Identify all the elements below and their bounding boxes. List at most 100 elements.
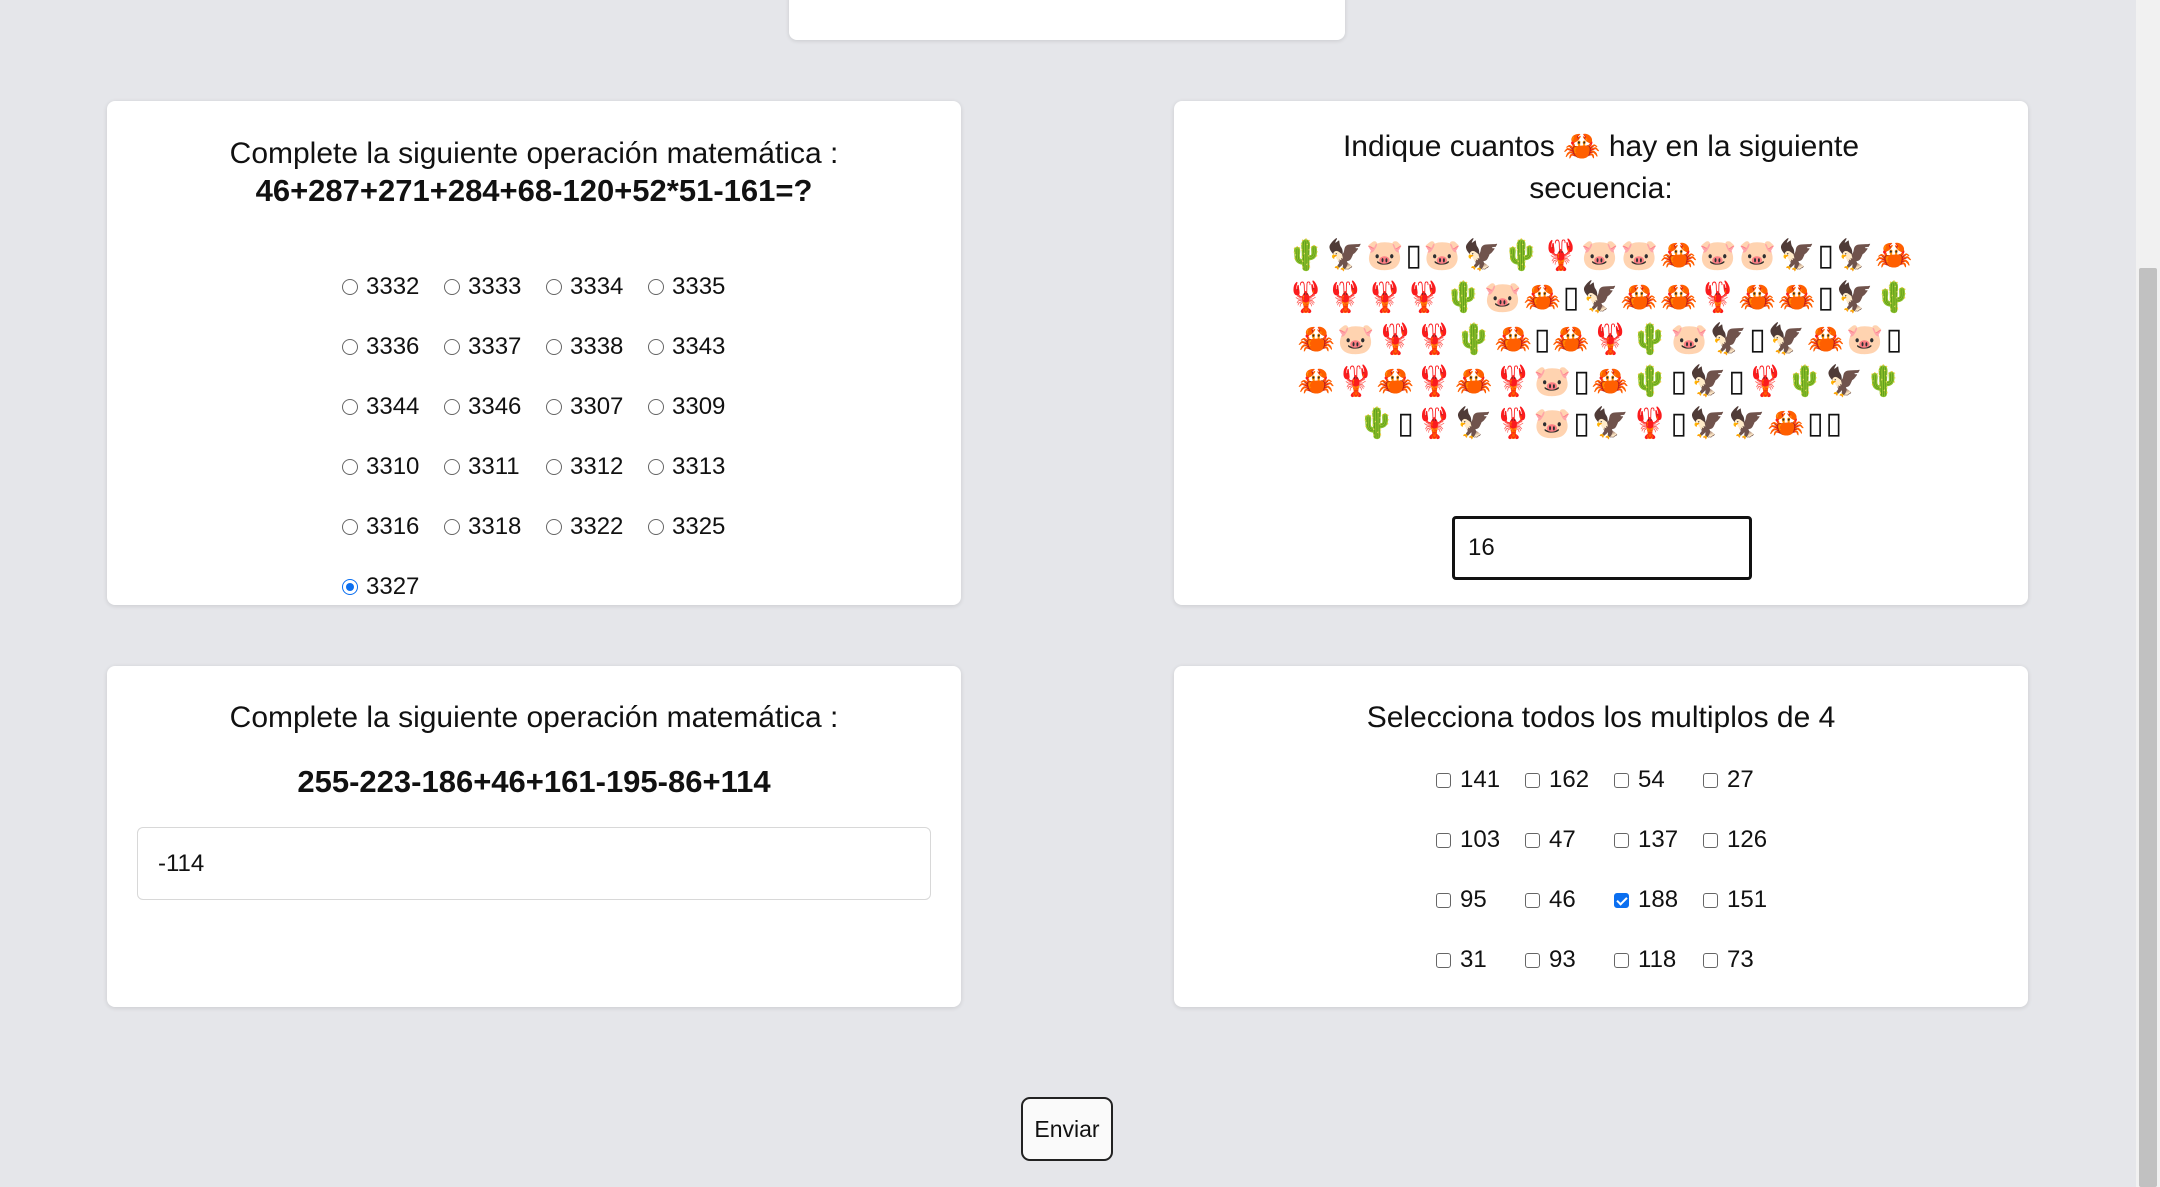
checkbox[interactable] (1436, 832, 1451, 848)
emoji-count-question-card: Indique cuantos 🦀 hay en la siguiente se… (1174, 101, 2028, 605)
radio-button[interactable] (648, 519, 664, 535)
option-label: 3337 (468, 333, 522, 360)
checkbox[interactable] (1614, 832, 1629, 848)
checkbox-option[interactable]: 162 (1525, 750, 1614, 810)
checkbox[interactable] (1703, 892, 1718, 908)
scrollbar-thumb[interactable] (2139, 268, 2157, 1187)
radio-option[interactable]: 3336 (342, 317, 444, 377)
checkbox-option[interactable]: 95 (1436, 870, 1525, 930)
option-label: 141 (1460, 766, 1501, 793)
option-label: 31 (1460, 946, 1487, 973)
checkbox-option[interactable]: 27 (1703, 750, 1792, 810)
checkbox[interactable] (1436, 772, 1451, 788)
multiples-question-card: Selecciona todos los multiplos de 4 141 1… (1174, 666, 2028, 1007)
checkbox[interactable] (1525, 772, 1540, 788)
radio-option[interactable]: 3316 (342, 497, 444, 557)
math-input-question-card: Complete la siguiente operación matemáti… (107, 666, 961, 1007)
checkbox-option[interactable]: 137 (1614, 810, 1703, 870)
submit-button[interactable]: Enviar (1021, 1097, 1113, 1161)
radio-option[interactable]: 3338 (546, 317, 648, 377)
checkbox[interactable] (1525, 952, 1540, 968)
checkbox-option[interactable]: 126 (1703, 810, 1792, 870)
option-label: 3312 (570, 453, 624, 480)
radio-button[interactable] (444, 339, 460, 355)
radio-option[interactable]: 3325 (648, 497, 750, 557)
radio-option[interactable]: 3322 (546, 497, 648, 557)
radio-option[interactable]: 3309 (648, 377, 750, 437)
checkbox[interactable] (1703, 832, 1718, 848)
checkbox[interactable] (1436, 892, 1451, 908)
checkbox-option[interactable]: 54 (1614, 750, 1703, 810)
radio-option[interactable]: 3332 (342, 257, 444, 317)
radio-button[interactable] (546, 339, 562, 355)
radio-button[interactable] (546, 459, 562, 475)
radio-option[interactable]: 3337 (444, 317, 546, 377)
checkbox-option[interactable]: 31 (1436, 930, 1525, 990)
checkbox[interactable] (1703, 772, 1718, 788)
radio-option[interactable]: 3311 (444, 437, 546, 497)
checkbox-option[interactable]: 73 (1703, 930, 1792, 990)
checkbox[interactable] (1436, 952, 1451, 968)
checkbox[interactable] (1703, 952, 1718, 968)
option-label: 3332 (366, 273, 420, 300)
option-label: 3336 (366, 333, 420, 360)
scrollbar[interactable] (2136, 0, 2160, 1187)
radio-button[interactable] (546, 519, 562, 535)
radio-button[interactable] (546, 279, 562, 295)
option-label: 3334 (570, 273, 624, 300)
option-label: 3311 (468, 453, 520, 480)
checkbox-option[interactable]: 141 (1436, 750, 1525, 810)
radio-button[interactable] (342, 339, 358, 355)
radio-option[interactable]: 3343 (648, 317, 750, 377)
radio-button[interactable] (342, 459, 358, 475)
checkbox[interactable] (1525, 892, 1540, 908)
radio-option[interactable]: 3307 (546, 377, 648, 437)
radio-button[interactable] (342, 279, 358, 295)
radio-option[interactable]: 3327 (342, 557, 444, 617)
radio-button[interactable] (546, 399, 562, 415)
checkbox[interactable] (1614, 952, 1629, 968)
option-label: 47 (1549, 826, 1576, 853)
radio-option[interactable]: 3310 (342, 437, 444, 497)
option-label: 3307 (570, 393, 624, 420)
checkbox[interactable] (1614, 772, 1629, 788)
question-prompt: Complete la siguiente operación matemáti… (229, 137, 839, 170)
count-answer-input[interactable]: 16 (1452, 516, 1752, 580)
checkbox-option[interactable]: 103 (1436, 810, 1525, 870)
option-label: 3325 (672, 513, 726, 540)
radio-button[interactable] (444, 279, 460, 295)
radio-option[interactable]: 3335 (648, 257, 750, 317)
radio-button[interactable] (648, 279, 664, 295)
radio-option[interactable]: 3346 (444, 377, 546, 437)
radio-button[interactable] (648, 399, 664, 415)
checkbox-option[interactable]: 46 (1525, 870, 1614, 930)
checkbox[interactable] (1614, 892, 1629, 908)
option-label: 73 (1727, 946, 1754, 973)
radio-button[interactable] (648, 339, 664, 355)
checkbox-option[interactable]: 188 (1614, 870, 1703, 930)
checkbox[interactable] (1525, 832, 1540, 848)
option-label: 54 (1638, 766, 1665, 793)
radio-button[interactable] (342, 399, 358, 415)
radio-option[interactable]: 3318 (444, 497, 546, 557)
radio-option[interactable]: 3344 (342, 377, 444, 437)
option-label: 95 (1460, 886, 1487, 913)
checkbox-option[interactable]: 93 (1525, 930, 1614, 990)
option-label: 151 (1727, 886, 1768, 913)
radio-button[interactable] (342, 519, 358, 535)
math-answer-input[interactable]: -114 (137, 827, 931, 900)
checkbox-option[interactable]: 47 (1525, 810, 1614, 870)
answer-options: 3332 3333 3334 3335 3336 3337 3338 3343 3344 3346… (342, 257, 750, 617)
radio-button[interactable] (444, 399, 460, 415)
radio-button[interactable] (444, 459, 460, 475)
checkbox-option[interactable]: 151 (1703, 870, 1792, 930)
radio-button[interactable] (648, 459, 664, 475)
radio-button[interactable] (342, 579, 358, 595)
checkbox-option[interactable]: 118 (1614, 930, 1703, 990)
radio-button[interactable] (444, 519, 460, 535)
radio-option[interactable]: 3312 (546, 437, 648, 497)
radio-option[interactable]: 3334 (546, 257, 648, 317)
radio-option[interactable]: 3313 (648, 437, 750, 497)
radio-option[interactable]: 3333 (444, 257, 546, 317)
option-label: 3318 (468, 513, 522, 540)
